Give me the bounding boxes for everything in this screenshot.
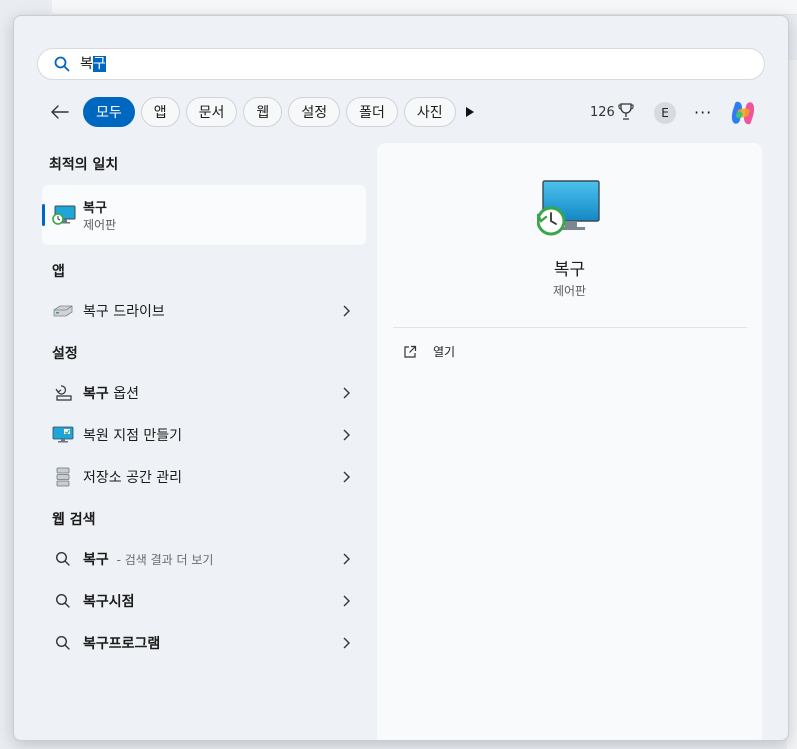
search-icon: [52, 633, 74, 653]
filter-chip-photos[interactable]: 사진: [403, 97, 456, 127]
web-item-recovery-point[interactable]: 복구시점: [42, 583, 366, 619]
best-match-title: 복구: [83, 201, 107, 216]
search-box[interactable]: 복구: [37, 48, 765, 80]
settings-item-label: 복구 옵션: [83, 386, 139, 402]
chevron-right-icon: [343, 387, 350, 399]
open-external-icon: [404, 345, 417, 358]
restore-point-icon: [52, 425, 74, 445]
section-apps: 앱: [52, 264, 65, 280]
chevron-right-icon: [343, 429, 350, 441]
open-action-label: 열기: [433, 345, 456, 359]
more-filters-button[interactable]: [462, 102, 478, 122]
account-avatar[interactable]: E: [654, 102, 676, 124]
web-item-recovery-program[interactable]: 복구프로그램: [42, 625, 366, 661]
preview-subtitle: 제어판: [552, 284, 587, 298]
filter-chip-web[interactable]: 웹: [243, 97, 283, 127]
best-match-item[interactable]: 복구 제어판: [42, 185, 366, 245]
back-button[interactable]: [48, 100, 72, 124]
settings-item-manage-storage-spaces[interactable]: 저장소 공간 관리: [42, 459, 366, 495]
background-window-strip: [52, 0, 797, 15]
chevron-right-icon: [343, 553, 350, 565]
recovery-monitor-icon: [52, 205, 76, 225]
chevron-right-icon: [343, 595, 350, 607]
preview-divider: [393, 327, 747, 328]
copilot-icon[interactable]: [728, 98, 758, 128]
search-query-selected: 구: [92, 56, 106, 72]
filter-chip-folders[interactable]: 폴더: [346, 97, 398, 127]
settings-item-label: 복원 지점 만들기: [83, 428, 183, 444]
open-action[interactable]: 열기: [403, 343, 455, 360]
trophy-icon[interactable]: [618, 103, 634, 121]
app-item-label: 복구 드라이브: [83, 304, 165, 320]
search-query-prefix: 복: [80, 56, 93, 72]
filter-chips: 모두 앱 문서 웹 설정 폴더 사진: [83, 97, 456, 127]
settings-item-label: 저장소 공간 관리: [83, 470, 183, 486]
filter-chip-all[interactable]: 모두: [83, 97, 135, 127]
storage-spaces-icon: [52, 467, 74, 487]
arrow-left-icon: [51, 105, 69, 119]
section-settings: 설정: [52, 346, 78, 362]
chevron-right-icon: [343, 305, 350, 317]
web-item-label: 복구시점: [83, 594, 135, 610]
recovery-options-icon: [52, 383, 74, 403]
drive-icon: [52, 301, 74, 321]
rewards-points: 126: [590, 105, 615, 120]
web-item-label: 복구 - 검색 결과 더 보기: [83, 552, 214, 568]
filter-chip-apps[interactable]: 앱: [140, 97, 180, 127]
best-match-subtitle: 제어판: [83, 218, 117, 232]
web-item-label: 복구프로그램: [83, 636, 161, 652]
section-best-match: 최적의 일치: [49, 157, 119, 173]
app-item-recovery-drive[interactable]: 복구 드라이브: [42, 293, 366, 329]
recovery-monitor-icon: [537, 180, 600, 236]
filter-chip-settings[interactable]: 설정: [288, 97, 341, 127]
chevron-right-icon: [343, 471, 350, 483]
search-icon: [54, 56, 70, 72]
search-icon: [52, 591, 74, 611]
filter-chip-documents[interactable]: 문서: [185, 97, 238, 127]
search-panel: 복구 모두 앱 문서 웹 설정 폴더 사진 126 E ··· 최적의 일치 복…: [13, 15, 789, 741]
chevron-right-icon: [343, 637, 350, 649]
more-options-button[interactable]: ···: [694, 103, 712, 122]
play-right-icon: [466, 107, 474, 117]
search-query[interactable]: 복구: [80, 55, 106, 73]
settings-item-create-restore-point[interactable]: 복원 지점 만들기: [42, 417, 366, 453]
web-item-search-more[interactable]: 복구 - 검색 결과 더 보기: [42, 541, 366, 577]
preview-title: 복구: [553, 260, 586, 280]
selection-indicator: [42, 204, 45, 226]
preview-pane: 복구 제어판 열기: [377, 143, 762, 740]
section-web-search: 웹 검색: [52, 512, 96, 528]
search-icon: [52, 549, 74, 569]
settings-item-recovery-options[interactable]: 복구 옵션: [42, 375, 366, 411]
